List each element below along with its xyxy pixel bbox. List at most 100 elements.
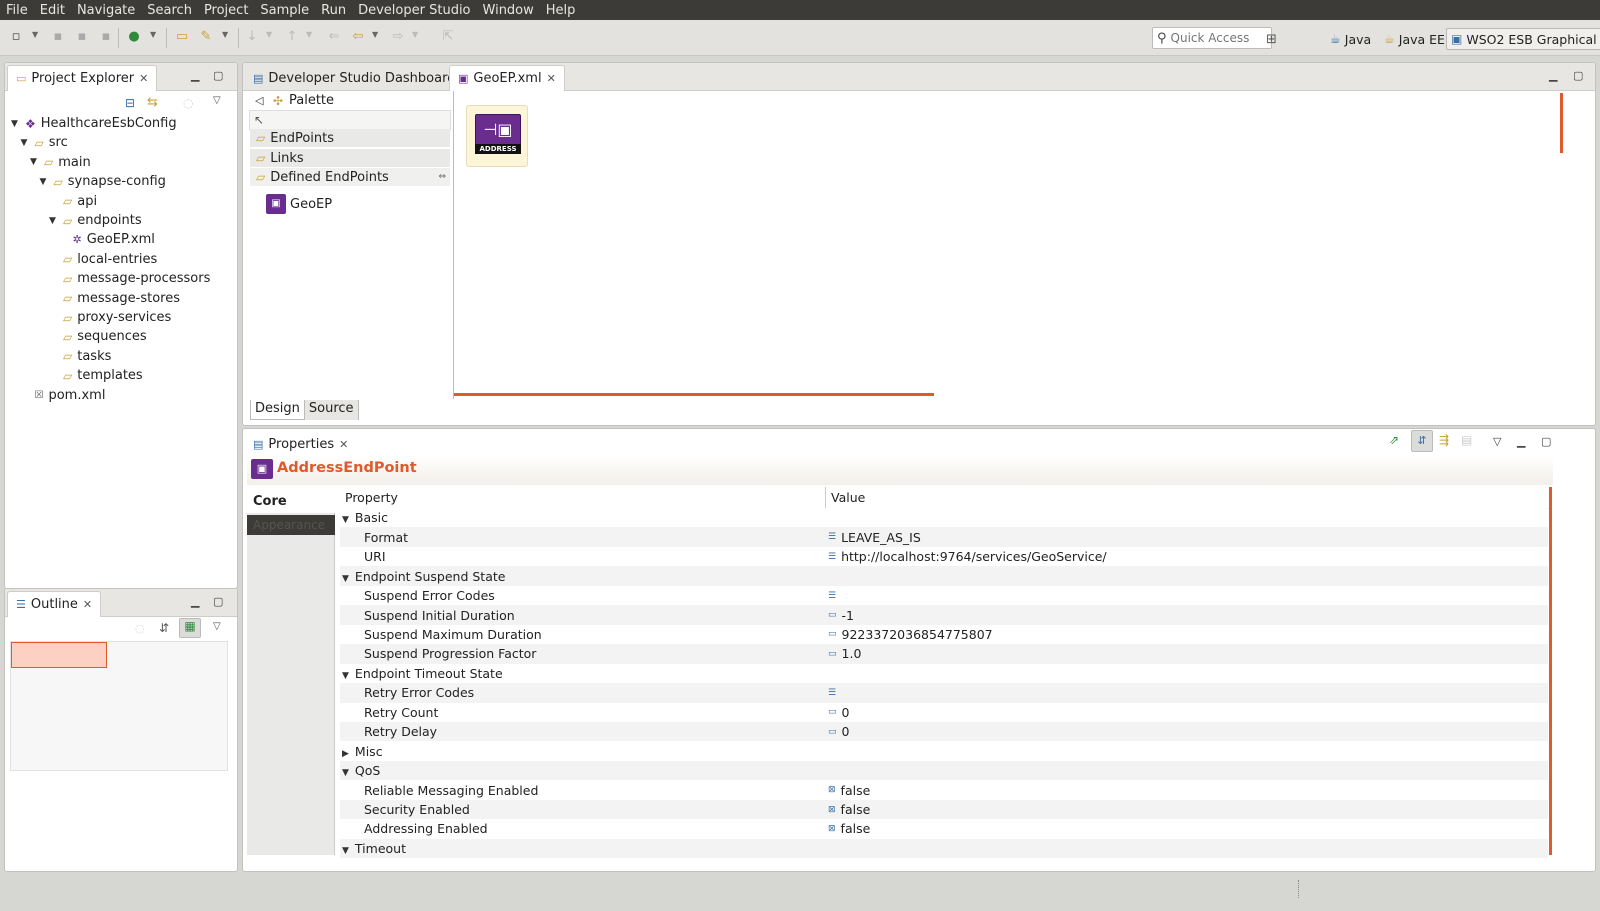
menu-window[interactable]: Window bbox=[477, 3, 540, 18]
tree-item[interactable]: ▱ message-processors bbox=[49, 269, 210, 288]
restore-default-icon[interactable]: ▤ bbox=[1461, 433, 1472, 447]
expanded-arrow-icon[interactable]: ▼ bbox=[30, 157, 39, 167]
tab-project-explorer[interactable]: ▭ Project Explorer ✕ bbox=[7, 65, 158, 91]
filter-icon[interactable]: ◌ bbox=[183, 96, 193, 110]
close-icon[interactable]: ✕ bbox=[547, 72, 556, 85]
tab-design[interactable]: Design bbox=[250, 400, 305, 420]
maximize-icon[interactable]: ▢ bbox=[1573, 69, 1583, 82]
open-folder-icon[interactable]: ▭ bbox=[174, 29, 190, 45]
new-dropdown-icon[interactable]: ▼ bbox=[32, 30, 40, 39]
tree-item[interactable]: ▱ templates bbox=[49, 366, 143, 385]
tab-developer-studio-dashboard[interactable]: ▤ Developer Studio Dashboard bbox=[245, 65, 463, 91]
perspective-java[interactable]: ☕ Java bbox=[1326, 28, 1375, 50]
perspective-esb-graphical[interactable]: ▣ WSO2 ESB Graphical bbox=[1446, 28, 1600, 50]
close-icon[interactable]: ✕ bbox=[83, 598, 92, 611]
link-with-editor-icon[interactable]: ⇆ bbox=[147, 95, 158, 110]
property-row[interactable]: Retry Delay ▭ 0 bbox=[340, 721, 1548, 742]
quick-access-box[interactable]: ⚲ bbox=[1152, 27, 1272, 49]
collapsed-arrow-icon[interactable]: ▶ bbox=[342, 749, 349, 759]
open-perspective-icon[interactable]: ⊞ bbox=[1266, 32, 1277, 47]
palette-item-geoep[interactable]: ▣ GeoEP bbox=[266, 194, 332, 214]
design-canvas[interactable]: ⊣▣ ADDRESS bbox=[453, 91, 1563, 399]
expanded-arrow-icon[interactable]: ▼ bbox=[342, 671, 349, 681]
forward-dropdown-icon[interactable]: ▼ bbox=[412, 30, 420, 39]
property-value[interactable]: 0 bbox=[842, 724, 850, 739]
run-dropdown-icon[interactable]: ▼ bbox=[150, 30, 158, 39]
expanded-arrow-icon[interactable]: ▼ bbox=[49, 216, 58, 226]
property-row[interactable]: Suspend Initial Duration ▭ -1 bbox=[340, 605, 1548, 625]
address-endpoint-node[interactable]: ⊣▣ ADDRESS bbox=[466, 105, 528, 167]
expanded-arrow-icon[interactable]: ▼ bbox=[40, 177, 49, 187]
maximize-icon[interactable]: ▢ bbox=[213, 69, 223, 82]
menu-edit[interactable]: Edit bbox=[34, 3, 71, 18]
print-icon[interactable]: ▪ bbox=[98, 29, 114, 45]
menu-developer-studio[interactable]: Developer Studio bbox=[352, 3, 476, 18]
expanded-arrow-icon[interactable]: ▼ bbox=[342, 574, 349, 584]
tree-item[interactable]: ▼ ▱ endpoints bbox=[49, 211, 142, 230]
property-group-row[interactable]: ▼ Endpoint Timeout State bbox=[340, 663, 1548, 684]
property-row[interactable]: Retry Error Codes ☰ bbox=[340, 683, 1548, 703]
back-dropdown-icon[interactable]: ▼ bbox=[372, 30, 380, 39]
tree-item[interactable]: ✲ GeoEP.xml bbox=[59, 230, 155, 249]
menu-file[interactable]: File bbox=[0, 3, 34, 18]
property-row[interactable]: Suspend Error Codes ☰ bbox=[340, 585, 1548, 606]
minimize-icon[interactable]: ▁ bbox=[191, 595, 199, 608]
palette-section-endpoints[interactable]: ▱ EndPoints bbox=[250, 129, 450, 148]
property-value[interactable]: false bbox=[841, 783, 871, 798]
column-header-value[interactable]: Value bbox=[831, 490, 865, 505]
canvas-vscroll[interactable] bbox=[1560, 93, 1563, 153]
property-value[interactable]: false bbox=[841, 802, 871, 817]
pin-properties-icon[interactable]: ⇗ bbox=[1389, 433, 1399, 447]
overview-icon[interactable]: ▦ bbox=[179, 618, 201, 638]
collapse-all-icon[interactable]: ⊟ bbox=[125, 96, 135, 110]
back-icon[interactable]: ⇦ bbox=[350, 29, 366, 45]
tree-item[interactable]: ▼ ▱ synapse-config bbox=[40, 172, 166, 191]
palette-selection-tool[interactable]: ↖ bbox=[249, 110, 451, 130]
categories-icon[interactable]: ⇵ bbox=[1411, 430, 1433, 452]
next-annotation-dropdown-icon[interactable]: ▼ bbox=[266, 30, 274, 39]
tree-item[interactable]: ☒ pom.xml bbox=[21, 386, 106, 405]
new-icon[interactable]: ▫ bbox=[8, 29, 24, 45]
tab-properties[interactable]: ▤ Properties ✕ bbox=[245, 431, 356, 457]
property-group-row[interactable]: ▼ Endpoint Suspend State bbox=[340, 566, 1548, 586]
view-menu-icon[interactable]: ▽ bbox=[213, 95, 221, 106]
close-icon[interactable]: ✕ bbox=[139, 72, 148, 85]
next-annotation-icon[interactable]: ↓ bbox=[244, 29, 260, 45]
property-value[interactable]: 9223372036854775807 bbox=[842, 627, 993, 642]
column-header-property[interactable]: Property bbox=[345, 490, 398, 505]
tree-item[interactable]: ▼ ▱ main bbox=[30, 153, 91, 172]
property-group-row[interactable]: ▶ Misc bbox=[340, 741, 1548, 761]
forward-icon[interactable]: ⇨ bbox=[390, 29, 406, 45]
tree-item[interactable]: ▱ proxy-services bbox=[49, 308, 171, 327]
prev-annotation-icon[interactable]: ↑ bbox=[284, 29, 300, 45]
outline-viewport[interactable] bbox=[11, 642, 107, 668]
menu-project[interactable]: Project bbox=[198, 3, 254, 18]
tab-appearance[interactable]: Appearance bbox=[247, 515, 335, 535]
expanded-arrow-icon[interactable]: ▼ bbox=[11, 119, 20, 129]
outline-canvas[interactable] bbox=[10, 641, 228, 771]
property-value[interactable]: http://localhost:9764/services/GeoServic… bbox=[841, 549, 1107, 564]
view-menu-icon[interactable]: ▽ bbox=[213, 621, 221, 632]
property-value[interactable]: false bbox=[841, 821, 871, 836]
pin-icon[interactable]: ⇔ bbox=[438, 172, 446, 182]
expanded-arrow-icon[interactable]: ▼ bbox=[342, 846, 349, 856]
menu-run[interactable]: Run bbox=[315, 3, 352, 18]
expanded-arrow-icon[interactable]: ▼ bbox=[342, 515, 349, 525]
tab-geoep-xml[interactable]: ▣ GeoEP.xml ✕ bbox=[449, 65, 565, 91]
property-group-row[interactable]: ▼ Timeout bbox=[340, 838, 1548, 859]
expanded-arrow-icon[interactable]: ▼ bbox=[342, 768, 349, 778]
prev-annotation-dropdown-icon[interactable]: ▼ bbox=[306, 30, 314, 39]
perspective-java-ee[interactable]: ☕ Java EE bbox=[1380, 28, 1449, 50]
property-group-row[interactable]: ▼ QoS bbox=[340, 760, 1548, 781]
maximize-icon[interactable]: ▢ bbox=[1541, 435, 1551, 448]
property-row[interactable]: Retry Count ▭ 0 bbox=[340, 702, 1548, 722]
maximize-icon[interactable]: ▢ bbox=[213, 595, 223, 608]
last-edit-icon[interactable]: ⇐ bbox=[326, 29, 342, 45]
properties-vscroll[interactable] bbox=[1549, 487, 1552, 855]
tree-item[interactable]: ▱ sequences bbox=[49, 327, 147, 346]
palette-section-links[interactable]: ▱ Links bbox=[250, 149, 450, 168]
property-row[interactable]: Format ☰ LEAVE_AS_IS bbox=[340, 527, 1548, 547]
tree-item[interactable]: ▱ api bbox=[49, 192, 97, 211]
tree-view-icon[interactable]: ⇵ bbox=[159, 621, 169, 635]
property-value[interactable]: LEAVE_AS_IS bbox=[841, 530, 921, 545]
